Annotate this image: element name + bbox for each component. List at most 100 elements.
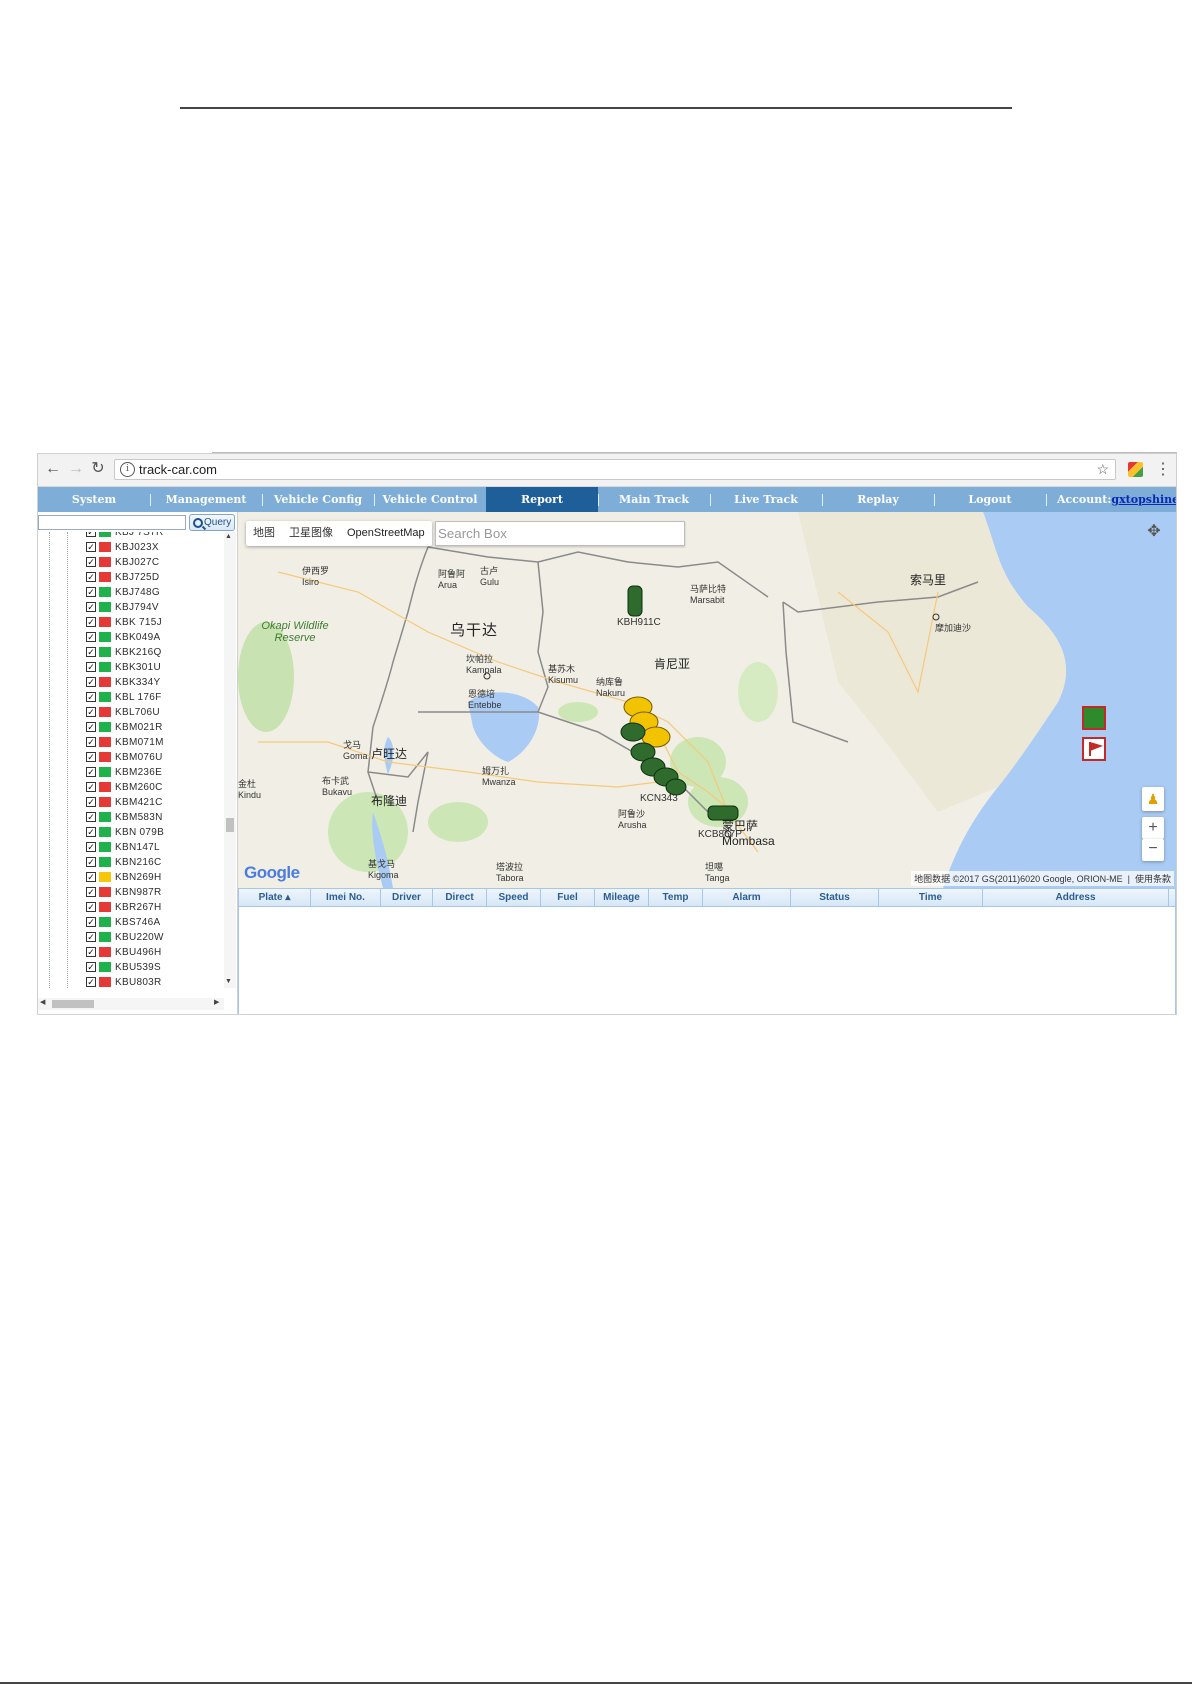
vehicle-tag[interactable]: KBH911C — [617, 617, 661, 628]
map-type-tab[interactable]: 地图 — [246, 521, 282, 546]
checkbox-checked-icon[interactable]: ✓ — [86, 857, 96, 867]
nav-management[interactable]: Management — [150, 487, 262, 512]
zoom-in-icon[interactable]: + — [1142, 817, 1164, 839]
checkbox-checked-icon[interactable]: ✓ — [86, 797, 96, 807]
checkbox-checked-icon[interactable]: ✓ — [86, 692, 96, 702]
vehicle-row[interactable]: ✓ KBM421C — [86, 795, 216, 810]
geofence-tool-icon[interactable] — [1082, 706, 1106, 730]
vehicle-row[interactable]: ✓ KBJ 7S7R — [86, 532, 216, 540]
nav-vehicle-control[interactable]: Vehicle Control — [374, 487, 486, 512]
vehicle-row[interactable]: ✓ KBM260C — [86, 780, 216, 795]
vehicle-tag[interactable]: KCN343 — [640, 793, 678, 804]
column-header-imei-no[interactable]: Imei No. — [311, 889, 381, 906]
query-button[interactable]: Query — [189, 514, 235, 531]
checkbox-checked-icon[interactable]: ✓ — [86, 947, 96, 957]
checkbox-checked-icon[interactable]: ✓ — [86, 542, 96, 552]
map-type-tab[interactable]: 卫星图像 — [282, 521, 340, 546]
vehicle-row[interactable]: ✓ KBJ794V — [86, 600, 216, 615]
vehicle-row[interactable]: ✓ KBK216Q — [86, 645, 216, 660]
checkbox-checked-icon[interactable]: ✓ — [86, 532, 96, 537]
vehicle-row[interactable]: ✓ KBN269H — [86, 870, 216, 885]
extension-icon[interactable] — [1128, 462, 1143, 477]
column-header-mileage[interactable]: Mileage — [595, 889, 649, 906]
scroll-left-icon[interactable]: ◀ — [40, 998, 45, 1006]
vehicle-row[interactable]: ✓ KBK049A — [86, 630, 216, 645]
column-header-direct[interactable]: Direct — [433, 889, 487, 906]
vehicle-row[interactable]: ✓ KBJ023X — [86, 540, 216, 555]
column-header-fuel[interactable]: Fuel — [541, 889, 595, 906]
checkbox-checked-icon[interactable]: ✓ — [86, 827, 96, 837]
checkbox-checked-icon[interactable]: ✓ — [86, 662, 96, 672]
checkbox-checked-icon[interactable]: ✓ — [86, 632, 96, 642]
vehicle-row[interactable]: ✓ KBN 079B — [86, 825, 216, 840]
map-search-input[interactable] — [435, 521, 685, 546]
nav-report[interactable]: Report — [486, 487, 598, 512]
checkbox-checked-icon[interactable]: ✓ — [86, 587, 96, 597]
checkbox-checked-icon[interactable]: ✓ — [86, 647, 96, 657]
checkbox-checked-icon[interactable]: ✓ — [86, 902, 96, 912]
vehicle-row[interactable]: ✓ KBM583N — [86, 810, 216, 825]
pegman-icon[interactable]: ♟ — [1142, 787, 1164, 811]
tree-vertical-scrollbar[interactable]: ▲ ▼ — [224, 532, 236, 988]
account-user-link[interactable]: gxtopshine — [1111, 493, 1176, 506]
checkbox-checked-icon[interactable]: ✓ — [86, 917, 96, 927]
nav-vehicle-config[interactable]: Vehicle Config — [262, 487, 374, 512]
vehicle-row[interactable]: ✓ KBU803R — [86, 975, 216, 988]
vehicle-row[interactable]: ✓ KBL706U — [86, 705, 216, 720]
scroll-right-icon[interactable]: ▶ — [214, 998, 219, 1006]
vehicle-row[interactable]: ✓ KBK334Y — [86, 675, 216, 690]
scroll-up-icon[interactable]: ▲ — [225, 533, 232, 540]
column-header-temp[interactable]: Temp — [649, 889, 703, 906]
tree-horizontal-scrollbar[interactable]: ◀ ▶ — [38, 998, 224, 1010]
checkbox-checked-icon[interactable]: ✓ — [86, 677, 96, 687]
scrollbar-thumb[interactable] — [52, 1000, 94, 1008]
zoom-out-icon[interactable]: − — [1142, 839, 1164, 861]
reload-icon[interactable]: ↻ — [89, 460, 107, 478]
fullscreen-icon[interactable]: ✥ — [1142, 521, 1166, 545]
terms-link[interactable]: 使用条款 — [1135, 874, 1171, 884]
scroll-down-icon[interactable]: ▼ — [225, 978, 232, 985]
vehicle-row[interactable]: ✓ KBM236E — [86, 765, 216, 780]
vehicle-row[interactable]: ✓ KBJ748G — [86, 585, 216, 600]
address-bar[interactable]: i track-car.com ☆ — [114, 459, 1116, 480]
checkbox-checked-icon[interactable]: ✓ — [86, 962, 96, 972]
checkbox-checked-icon[interactable]: ✓ — [86, 572, 96, 582]
vehicle-row[interactable]: ✓ KBU496H — [86, 945, 216, 960]
checkbox-checked-icon[interactable]: ✓ — [86, 842, 96, 852]
checkbox-checked-icon[interactable]: ✓ — [86, 557, 96, 567]
column-header-driver[interactable]: Driver — [381, 889, 433, 906]
checkbox-checked-icon[interactable]: ✓ — [86, 737, 96, 747]
car-marker-icon[interactable] — [620, 722, 646, 742]
back-arrow-icon[interactable]: ← — [44, 460, 62, 478]
info-icon[interactable]: i — [120, 462, 135, 477]
checkbox-checked-icon[interactable]: ✓ — [86, 872, 96, 882]
checkbox-checked-icon[interactable]: ✓ — [86, 722, 96, 732]
checkbox-checked-icon[interactable]: ✓ — [86, 767, 96, 777]
column-header-alarm[interactable]: Alarm — [703, 889, 791, 906]
vehicle-row[interactable]: ✓ KBS746A — [86, 915, 216, 930]
checkbox-checked-icon[interactable]: ✓ — [86, 707, 96, 717]
vehicle-search-input[interactable] — [38, 515, 186, 530]
scrollbar-thumb[interactable] — [226, 818, 234, 832]
map-type-tab[interactable]: OpenStreetMap — [340, 521, 432, 546]
checkbox-checked-icon[interactable]: ✓ — [86, 977, 96, 987]
vehicle-row[interactable]: ✓ KBM021R — [86, 720, 216, 735]
checkbox-checked-icon[interactable]: ✓ — [86, 812, 96, 822]
column-header-status[interactable]: Status — [791, 889, 879, 906]
sort-asc-icon[interactable]: ▴ — [283, 892, 290, 903]
checkbox-checked-icon[interactable]: ✓ — [86, 602, 96, 612]
vehicle-row[interactable]: ✓ KBK301U — [86, 660, 216, 675]
map-panel[interactable]: 地图卫星图像OpenStreetMap 乌干达 肯尼亚 索马里 卢旺达 布隆迪 … — [238, 512, 1176, 888]
column-header-speed[interactable]: Speed — [487, 889, 541, 906]
nav-main-track[interactable]: Main Track — [598, 487, 710, 512]
checkbox-checked-icon[interactable]: ✓ — [86, 887, 96, 897]
bookmark-star-icon[interactable]: ☆ — [1096, 461, 1109, 478]
nav-system[interactable]: System — [38, 487, 150, 512]
vehicle-row[interactable]: ✓ KBK 715J — [86, 615, 216, 630]
vehicle-row[interactable]: ✓ KBN216C — [86, 855, 216, 870]
forward-arrow-icon[interactable]: → — [67, 460, 85, 478]
column-header-time[interactable]: Time — [879, 889, 983, 906]
checkbox-checked-icon[interactable]: ✓ — [86, 932, 96, 942]
column-header-address[interactable]: Address — [983, 889, 1169, 906]
vehicle-row[interactable]: ✓ KBM071M — [86, 735, 216, 750]
